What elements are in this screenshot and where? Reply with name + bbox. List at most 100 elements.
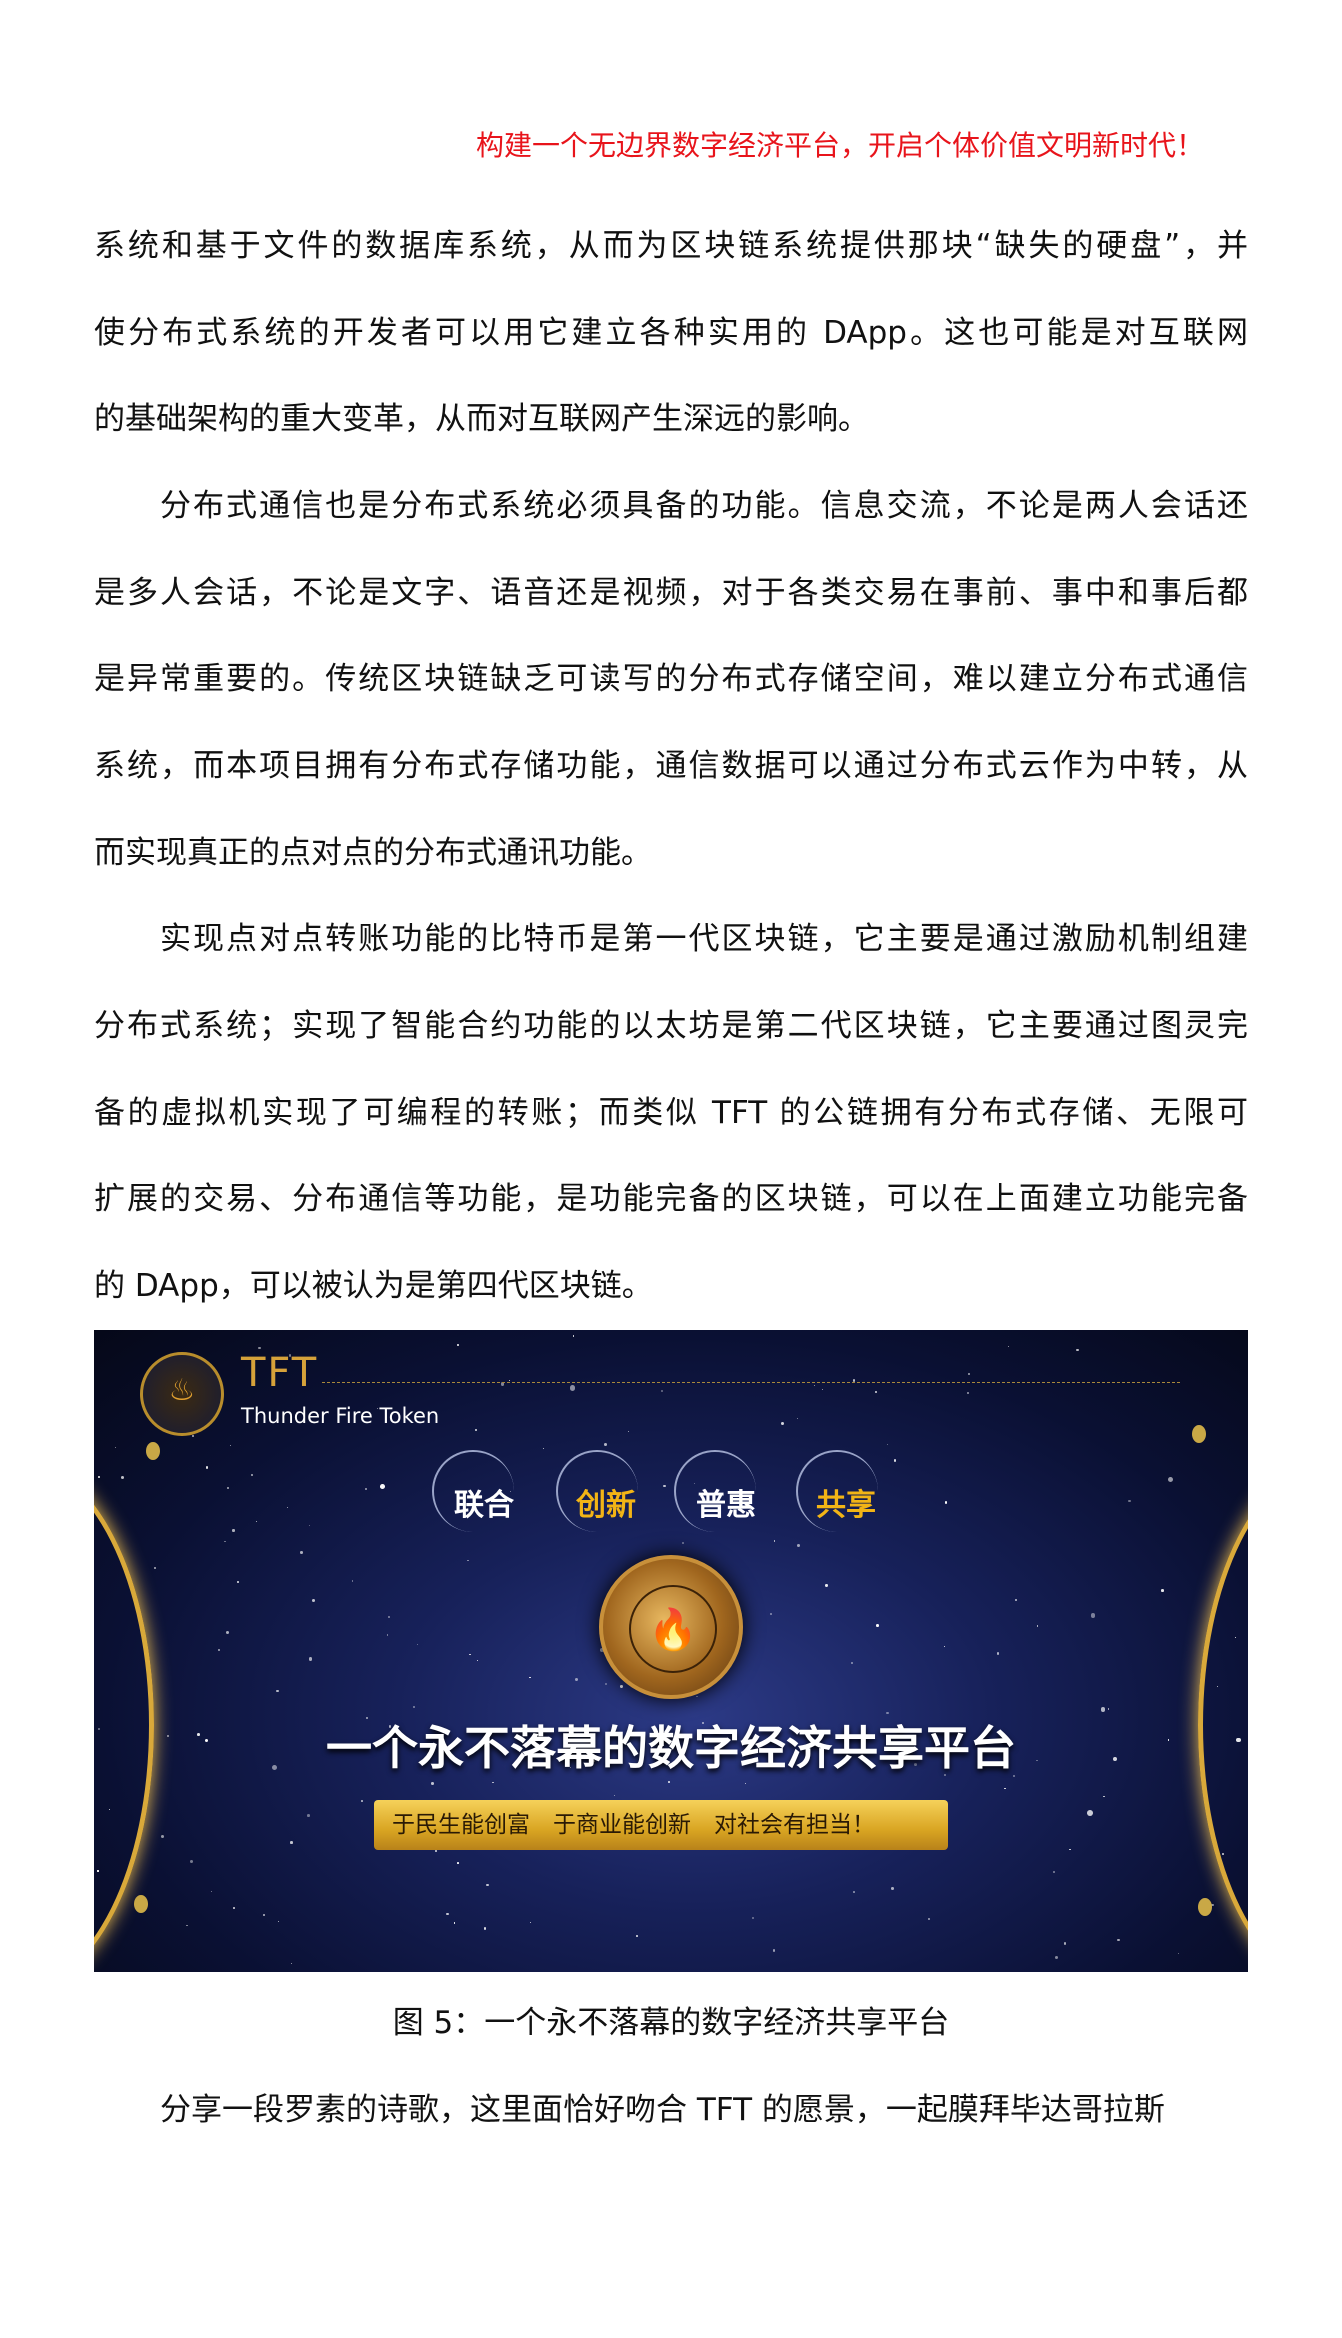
text-line: 实现点对点转账功能的比特币是第一代区块链，它主要是通过激励机制组建 (160, 921, 1248, 957)
star (262, 1914, 266, 1917)
star (276, 1689, 279, 1693)
gold-dot (1192, 1425, 1206, 1443)
star (769, 1613, 772, 1615)
star (290, 1841, 293, 1844)
page-header-slogan: 构建一个无边界数字经济平台，开启个体价值文明新时代！ (476, 129, 1205, 162)
star (258, 1346, 261, 1350)
star (1108, 1708, 1110, 1710)
star (160, 1834, 165, 1839)
star (944, 1501, 948, 1504)
star (852, 1891, 855, 1893)
text-line: 分享一段罗素的诗歌，这里面恰好吻合 TFT 的愿景，一起膜拜毕达哥拉斯 (160, 2092, 1165, 2128)
star (620, 1685, 623, 1688)
star (628, 1430, 630, 1432)
star (299, 1550, 303, 1554)
star (475, 1428, 478, 1431)
star (457, 1862, 459, 1864)
star (97, 1475, 101, 1479)
star (814, 1385, 816, 1387)
star (966, 1391, 970, 1395)
star (636, 1935, 638, 1938)
pillar-inclusive: 普惠 (696, 1488, 756, 1523)
star (1076, 1348, 1079, 1352)
divider (322, 1382, 1180, 1383)
star (1103, 1795, 1105, 1798)
star (120, 1475, 124, 1479)
text-line: 备的虚拟机实现了可编程的转账；而类似 TFT 的公链拥有分布式存储、无限可 (94, 1095, 1248, 1131)
star (1090, 1613, 1096, 1618)
pillar-share: 共享 (816, 1488, 876, 1523)
text-line: 是多人会话，不论是文字、语音还是视频，对于各类交易在事前、事中和事后都 (94, 575, 1248, 611)
star (569, 1385, 575, 1391)
star (453, 1922, 455, 1924)
star (361, 1800, 364, 1802)
figure-caption: 图 5：一个永不落幕的数字经济共享平台 (392, 2005, 950, 2041)
star (1128, 1499, 1131, 1503)
star (364, 1488, 367, 1491)
star (236, 1580, 240, 1583)
star (114, 1447, 116, 1449)
star (1117, 1938, 1120, 1941)
star (1161, 1589, 1164, 1592)
star (467, 1559, 469, 1561)
text-line: 分布式系统；实现了智能合约功能的以太坊是第二代区块链，它主要通过图灵完 (94, 1008, 1248, 1044)
gold-dot (146, 1442, 160, 1460)
star (287, 1506, 289, 1509)
star (290, 1962, 293, 1965)
star (927, 1918, 930, 1921)
star (250, 1473, 254, 1477)
brand-tagline: Thunder Fire Token (241, 1404, 440, 1428)
star (1036, 1625, 1039, 1627)
star (387, 1615, 390, 1618)
text-line: 系统，而本项目拥有分布式存储功能，通信数据可以通过分布式云作为中转，从 (94, 748, 1248, 784)
flame-icon: ♨ (168, 1373, 196, 1408)
text-line: 扩展的交易、分布通信等功能，是功能完备的区块链，可以在上面建立功能完备 (94, 1181, 1248, 1217)
star (217, 1648, 221, 1652)
gold-dot (134, 1895, 148, 1913)
star (572, 1335, 575, 1338)
star (185, 1924, 188, 1927)
star (876, 1624, 880, 1628)
star (668, 1781, 671, 1783)
star (774, 1540, 776, 1542)
tft-coin: 🔥 (599, 1555, 743, 1699)
star (751, 1916, 755, 1920)
star (967, 1372, 970, 1375)
star (232, 1529, 235, 1532)
star (891, 1886, 895, 1890)
star (210, 1890, 213, 1893)
star (469, 1654, 471, 1656)
star (542, 1448, 544, 1450)
star (1069, 1848, 1071, 1851)
star (696, 1695, 698, 1698)
star (893, 1459, 897, 1462)
star (431, 1782, 434, 1785)
gold-dot (1198, 1898, 1212, 1916)
star (1015, 1598, 1018, 1601)
star (227, 1486, 230, 1489)
star (772, 1949, 776, 1952)
star (476, 1659, 479, 1662)
star (529, 1922, 532, 1924)
text-line: 使分布式系统的开发者可以用它建立各种实用的 DApp。这也可能是对互联网 (94, 315, 1248, 351)
star (1086, 1809, 1093, 1816)
star (744, 1783, 746, 1785)
star (682, 1542, 685, 1545)
star (226, 1631, 230, 1635)
text-line: 分布式通信也是分布式系统必须具备的功能。信息交流，不论是两人会话还 (160, 488, 1248, 524)
star (943, 1645, 946, 1648)
star (492, 1781, 494, 1784)
star (189, 1860, 193, 1864)
star (1007, 1345, 1009, 1347)
text-line: 的 DApp，可以被认为是第四代区块链。 (94, 1268, 653, 1304)
star (312, 1599, 316, 1603)
star (604, 1443, 608, 1447)
star (486, 1883, 489, 1886)
star (996, 1652, 1000, 1655)
flame-icon: 🔥 (629, 1585, 717, 1673)
star (229, 1445, 231, 1447)
star (825, 1584, 828, 1587)
star (224, 1540, 226, 1543)
star (1177, 1952, 1179, 1954)
star (613, 1795, 615, 1797)
